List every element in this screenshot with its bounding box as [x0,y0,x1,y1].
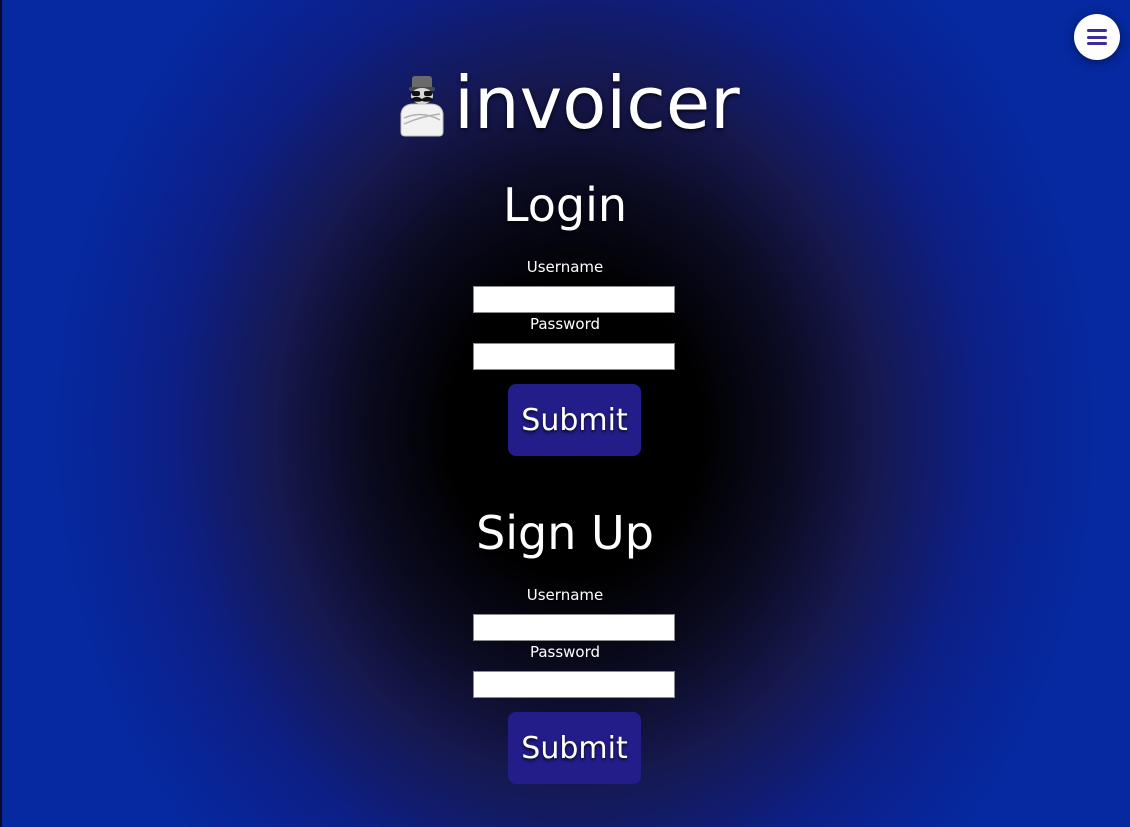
login-submit-button[interactable]: Submit [508,384,641,456]
signup-username-label: Username [526,586,604,604]
mustached-man-icon [400,76,444,137]
signup-username-input[interactable] [473,614,675,641]
login-section: Login [0,182,1130,228]
menu-button[interactable] [1074,14,1120,60]
signup-section: Sign Up [0,510,1130,556]
login-title: Login [502,178,628,232]
login-username-label: Username [526,258,604,276]
signup-password-label: Password [529,643,601,661]
app-title: invoicer [454,61,740,145]
login-password-label: Password [529,315,601,333]
signup-password-input[interactable] [473,671,675,698]
hamburger-menu-icon [1087,29,1107,45]
signup-submit-button[interactable]: Submit [508,712,641,784]
signup-title: Sign Up [476,506,654,560]
login-password-input[interactable] [473,343,675,370]
login-username-input[interactable] [473,286,675,313]
window-edge [0,0,2,827]
app-logo: invoicer [396,58,740,148]
